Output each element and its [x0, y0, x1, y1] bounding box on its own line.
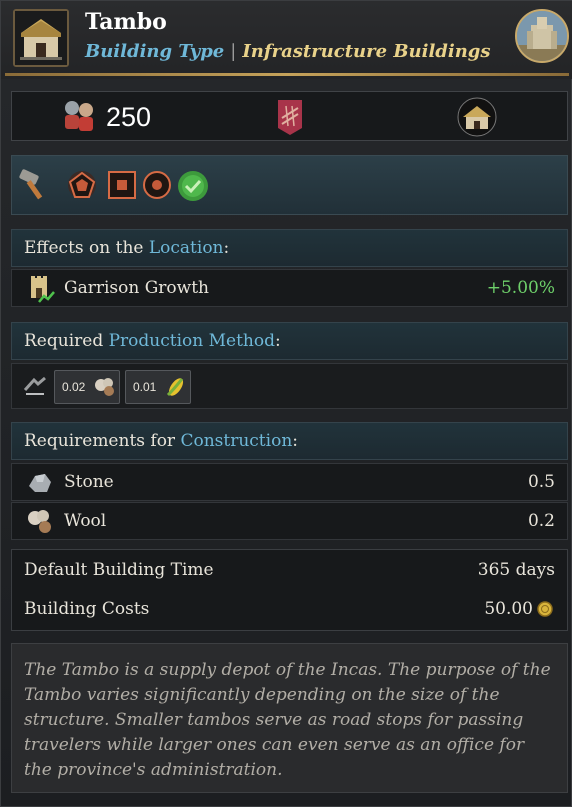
wool-icon [25, 507, 55, 537]
road-icon [276, 98, 304, 136]
effect-value: +5.00% [486, 278, 555, 298]
construction-row-wool: Wool 0.2 [11, 502, 568, 540]
production-header-colon: : [274, 331, 281, 351]
hammer-icon[interactable] [18, 168, 48, 200]
circle-icon[interactable] [142, 170, 172, 200]
garrison-icon [25, 274, 55, 304]
production-input-wool[interactable]: 0.02 [54, 370, 120, 404]
building-time-label: Default Building Time [24, 560, 214, 580]
building-cost-value: 50.00 [484, 599, 533, 619]
location-link[interactable]: Location [149, 238, 224, 258]
header-divider [5, 73, 569, 76]
production-method-link[interactable]: Production Method [109, 331, 275, 351]
building-category-link[interactable]: Infrastructure Buildings [242, 41, 490, 62]
production-input-maize[interactable]: 0.01 [125, 370, 191, 404]
requirement-label: Stone [64, 472, 114, 492]
tooltip-panel: Tambo Building Type | Infrastructure Build… [0, 0, 572, 807]
square-icon[interactable] [107, 170, 137, 200]
production-header: Required Production Method: [11, 322, 568, 360]
subtitle-separator: | [230, 41, 237, 62]
production-amount: 0.02 [62, 380, 86, 394]
effects-header-text: Effects on the [24, 238, 149, 258]
castle-portrait-icon[interactable] [515, 9, 569, 63]
requirement-value: 0.2 [527, 511, 555, 531]
requirement-label: Wool [64, 511, 107, 531]
building-type-link[interactable]: Building Type [85, 41, 224, 62]
pops-icon [58, 98, 100, 134]
effect-label: Garrison Growth [64, 278, 209, 298]
tambo-building-icon [13, 9, 69, 67]
production-amount: 0.01 [133, 380, 157, 394]
construction-row-stone: Stone 0.5 [11, 463, 568, 501]
maize-icon [164, 375, 188, 399]
construction-header-colon: : [292, 431, 298, 451]
production-header-text: Required [24, 331, 109, 351]
building-info-box: Default Building Time 365 days Building … [11, 549, 568, 631]
pentagon-icon[interactable] [67, 170, 97, 200]
building-stats-row: 250 [11, 91, 568, 141]
construction-header-text: Requirements for [24, 431, 181, 451]
population-value: 250 [106, 102, 152, 132]
hut-icon [457, 97, 497, 137]
production-method-row: 0.02 0.01 [11, 363, 568, 409]
checkmark-icon[interactable] [177, 170, 208, 201]
wool-icon [93, 376, 117, 398]
effect-row-garrison: Garrison Growth +5.00% [11, 269, 568, 307]
requirement-value: 0.5 [527, 472, 555, 492]
construction-link[interactable]: Construction [180, 431, 292, 451]
gold-coin-icon [537, 601, 553, 617]
building-subtitle: Building Type | Infrastructure Buildings [85, 41, 491, 62]
construction-header: Requirements for Construction: [11, 422, 568, 460]
stone-icon [25, 468, 55, 496]
building-tags-row [11, 155, 568, 215]
building-title: Tambo [85, 9, 167, 35]
tooltip-header: Tambo Building Type | Infrastructure Build… [1, 1, 572, 79]
production-method-icon[interactable] [22, 374, 48, 400]
effects-header: Effects on the Location: [11, 229, 568, 267]
effects-header-colon: : [223, 238, 230, 258]
building-time-value: 365 days [477, 560, 555, 580]
building-description: The Tambo is a supply depot of the Incas… [11, 643, 568, 793]
building-cost-label: Building Costs [24, 599, 150, 619]
